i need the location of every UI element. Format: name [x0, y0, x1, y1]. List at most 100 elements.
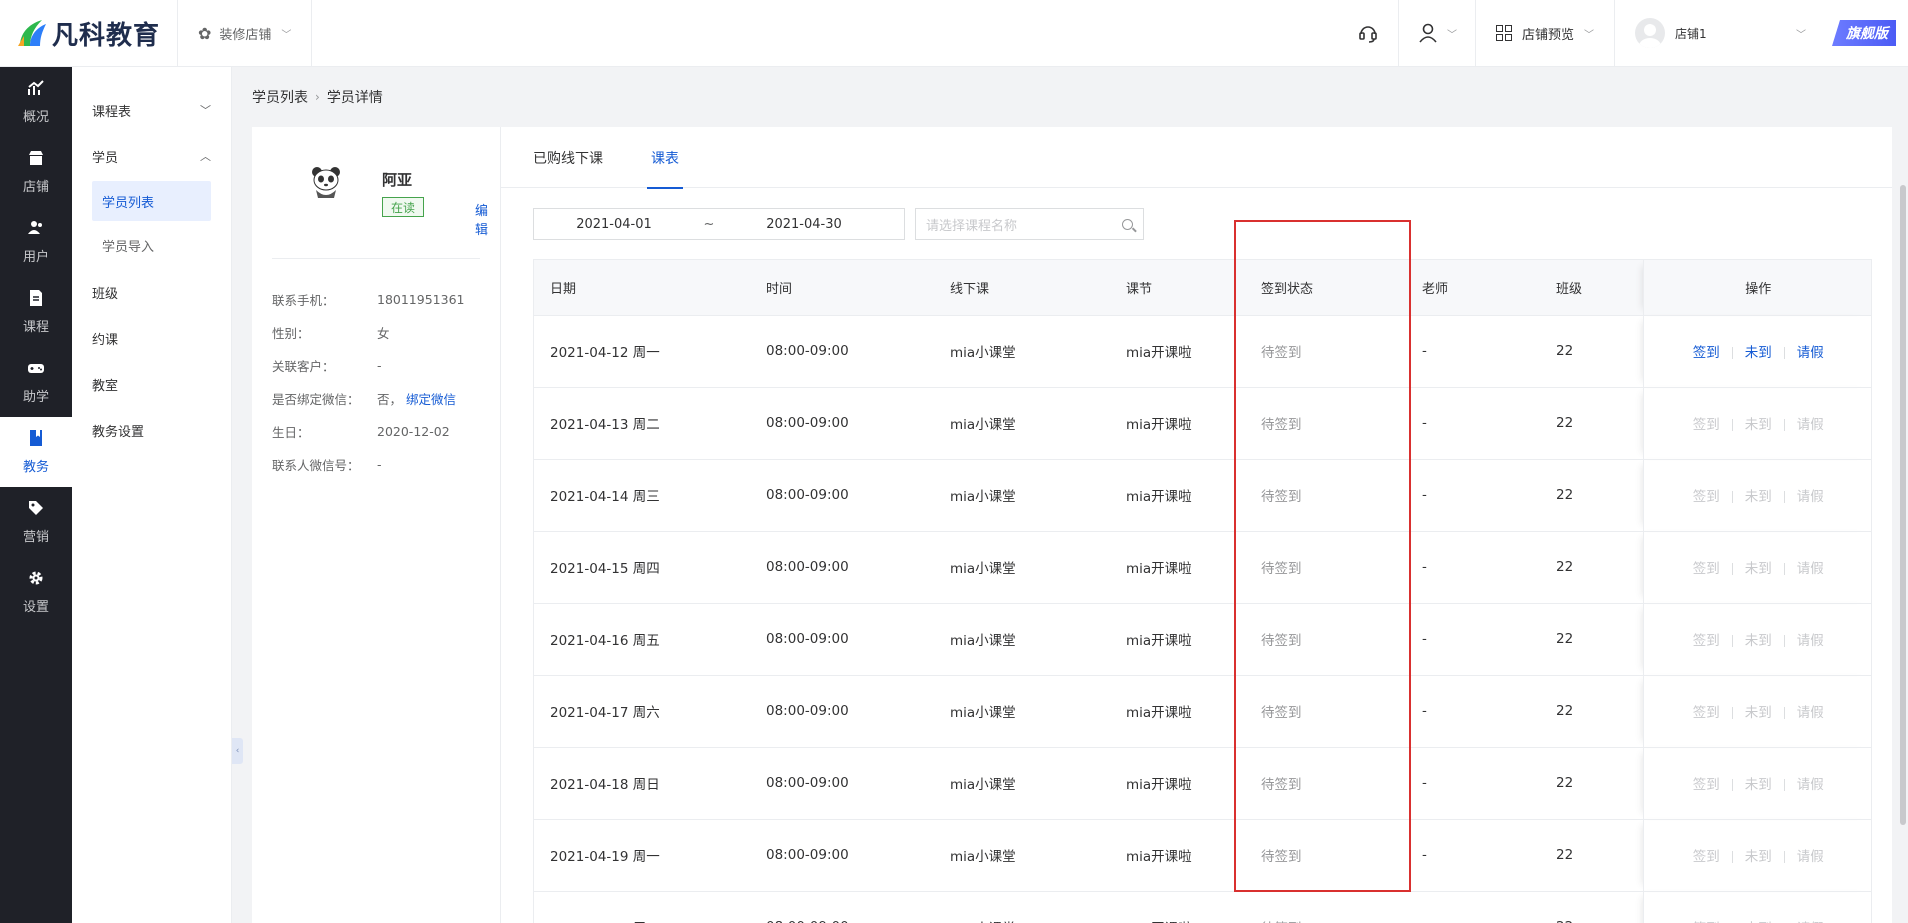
check-in-button[interactable]: 签到 [1693, 561, 1720, 577]
users-icon [27, 219, 45, 242]
brand-name: 凡科教育 [52, 20, 161, 51]
absent-button[interactable]: 未到 [1745, 417, 1772, 433]
cell-time: 08:00-09:00 [750, 387, 934, 460]
collapse-sidebar-handle[interactable]: ‹ [232, 738, 243, 764]
sidebar-item-label: 教务 [22, 460, 49, 475]
absent-button[interactable]: 未到 [1745, 777, 1772, 793]
check-in-button[interactable]: 签到 [1693, 849, 1720, 865]
absent-button[interactable]: 未到 [1745, 345, 1772, 361]
sidebar-item-book[interactable]: 教务 [0, 417, 72, 487]
cell-actions: 签到 未到 请假 [1642, 387, 1871, 460]
cell-class: 22 [1540, 675, 1643, 748]
sidebar-item-course[interactable]: 课程 [0, 277, 72, 347]
column-header-status: 签到状态 [1245, 260, 1406, 316]
edit-student-link[interactable]: 编辑 [475, 200, 488, 238]
brand-logo[interactable]: 凡科教育 [0, 0, 178, 67]
column-header-actions: 操作 [1642, 260, 1871, 316]
cell-course: mia小课堂 [934, 531, 1110, 604]
absent-button[interactable]: 未到 [1745, 489, 1772, 505]
cell-teacher: - [1406, 603, 1540, 676]
sidebar-item-settings[interactable]: 教务设置 [72, 407, 231, 453]
sidebar-item-classroom[interactable]: 教室 [72, 361, 231, 407]
tab-purchased-courses[interactable]: 已购线下课 [533, 127, 603, 188]
leave-button[interactable]: 请假 [1797, 705, 1824, 721]
cell-course: mia小课堂 [934, 675, 1110, 748]
shop-preview-label: 店铺预览 [1521, 27, 1574, 43]
decorate-shop-menu[interactable]: ✿ 装修店铺 ﹀ [178, 0, 313, 67]
student-profile-card: 阿亚 在读 编辑 联系手机： 18011951361 性别： 女关联客户： - 是否绑定微… [252, 127, 501, 923]
shop-preview-menu[interactable]: 店铺预览 ﹀ [1474, 0, 1614, 67]
course-search-input[interactable]: 请选择课程名称 [915, 208, 1144, 240]
chevron-down-icon: ﹀ [1446, 29, 1457, 41]
sidebar-item-chart[interactable]: 概况 [0, 67, 72, 137]
sidebar-item-gear[interactable]: 设置 [0, 557, 72, 627]
column-header-lesson: 课节 [1110, 260, 1245, 316]
leave-button[interactable]: 请假 [1797, 777, 1824, 793]
end-date: 2021-04-30 [766, 216, 842, 232]
breadcrumb: 学员列表 › 学员详情 [232, 67, 1892, 127]
sidebar-item-label: 学员 [92, 150, 119, 166]
sidebar-item-schedule[interactable]: 课程表 ﹀ [72, 87, 231, 133]
action-divider [1731, 347, 1733, 359]
cell-status: 待签到 [1245, 891, 1406, 923]
info-label: 关联客户： [272, 359, 335, 374]
leave-button[interactable]: 请假 [1797, 561, 1824, 577]
shop-switcher[interactable]: 店铺1 ﹀ [1614, 0, 1824, 67]
check-in-button[interactable]: 签到 [1693, 777, 1720, 793]
sidebar-item-label: 课程 [22, 320, 49, 335]
check-in-button[interactable]: 签到 [1693, 489, 1720, 505]
absent-button[interactable]: 未到 [1745, 561, 1772, 577]
absent-button[interactable]: 未到 [1745, 633, 1772, 649]
cell-status: 待签到 [1245, 603, 1406, 676]
sidebar-item-store[interactable]: 店铺 [0, 137, 72, 207]
breadcrumb-current: 学员详情 [326, 90, 383, 106]
date-range-picker[interactable]: 2021-04-01 ~ 2021-04-30 [533, 208, 905, 240]
check-in-button[interactable]: 签到 [1693, 345, 1720, 361]
chevron-down-icon: ﹀ [1584, 29, 1594, 41]
action-divider [1783, 707, 1785, 719]
leave-button[interactable]: 请假 [1797, 849, 1824, 865]
sidebar-item-users[interactable]: 用户 [0, 207, 72, 277]
shop-name: 店铺1 [1675, 26, 1707, 41]
gear-icon [27, 569, 45, 592]
leave-button[interactable]: 请假 [1797, 345, 1824, 361]
cell-date: 2021-04-19 周一 [534, 819, 750, 892]
cell-date: 2021-04-13 周二 [534, 387, 750, 460]
tab-bar: 已购线下课 课表 [501, 127, 1892, 189]
sidebar-item-tag[interactable]: 营销 [0, 487, 72, 557]
cell-date: 2021-04-14 周三 [534, 459, 750, 532]
sidebar-item-student-list[interactable]: 学员列表 [92, 181, 211, 221]
search-placeholder: 请选择课程名称 [926, 218, 1018, 234]
absent-button[interactable]: 未到 [1745, 705, 1772, 721]
breadcrumb-parent-link[interactable]: 学员列表 [252, 87, 308, 107]
leave-button[interactable]: 请假 [1797, 633, 1824, 649]
search-icon [1122, 218, 1133, 230]
headset-icon[interactable] [1338, 0, 1398, 67]
sidebar-item-booking[interactable]: 约课 [72, 315, 231, 361]
tab-timetable[interactable]: 课表 [647, 127, 683, 189]
sidebar-item-student-import[interactable]: 学员导入 [92, 225, 211, 265]
page-scrollbar[interactable] [1900, 185, 1906, 825]
leave-button[interactable]: 请假 [1797, 417, 1824, 433]
sidebar-item-label: 用户 [22, 250, 49, 265]
cell-teacher: - [1406, 819, 1540, 892]
check-in-button[interactable]: 签到 [1693, 633, 1720, 649]
logo-mark-icon [18, 20, 46, 46]
check-in-button[interactable]: 签到 [1693, 705, 1720, 721]
action-divider [1731, 707, 1733, 719]
leave-button[interactable]: 请假 [1797, 489, 1824, 505]
absent-button[interactable]: 未到 [1745, 849, 1772, 865]
cell-actions: 签到 未到 请假 [1642, 747, 1871, 820]
info-value: 18011951361 [377, 292, 465, 307]
sidebar-item-label: 约课 [92, 332, 119, 348]
account-menu[interactable]: ﹀ [1397, 0, 1475, 67]
bind-wechat-link[interactable]: 绑定微信 [406, 389, 456, 408]
sidebar-item-label: 课程表 [92, 104, 132, 120]
primary-sidebar: 概况 店铺用户课程助学教务营销 设置 [0, 67, 72, 923]
sidebar-item-classes[interactable]: 班级 [72, 269, 231, 315]
cell-date: 2021-04-16 周五 [534, 603, 750, 676]
sidebar-item-students[interactable]: 学员 ︿ [72, 133, 231, 179]
sidebar-item-gamepad[interactable]: 助学 [0, 347, 72, 417]
check-in-button[interactable]: 签到 [1693, 417, 1720, 433]
cell-time: 08:00-09:00 [750, 315, 934, 388]
